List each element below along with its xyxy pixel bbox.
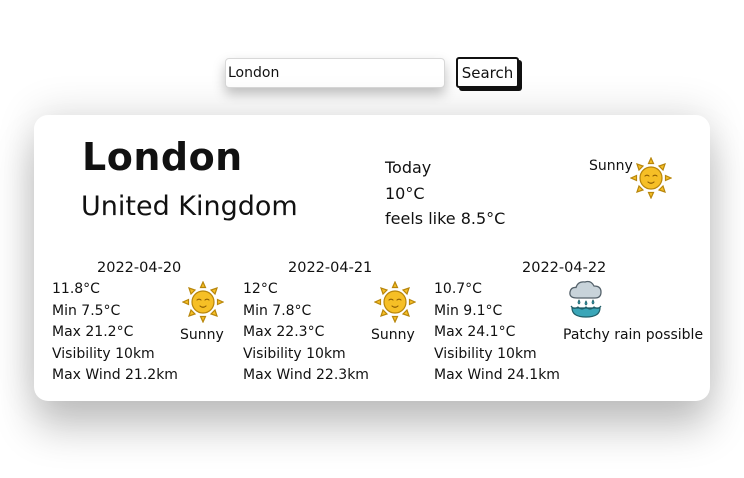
- current-condition: Sunny: [589, 158, 633, 174]
- forecast-avg-temp: 11.8°C: [52, 281, 100, 297]
- forecast-date: 2022-04-21: [288, 260, 373, 276]
- forecast-avg-temp: 10.7°C: [434, 281, 482, 297]
- search-button[interactable]: Search: [456, 57, 519, 88]
- forecast-max-temp: Max 21.2°C: [52, 324, 134, 340]
- search-input[interactable]: [225, 58, 445, 88]
- patchy-rain-icon: [565, 277, 607, 327]
- forecast-max-temp: Max 22.3°C: [243, 324, 325, 340]
- forecast-max-temp: Max 24.1°C: [434, 324, 516, 340]
- current-temperature: 10°C: [385, 183, 425, 203]
- forecast-max-wind: Max Wind 24.1km: [434, 367, 560, 383]
- sunny-icon: [373, 280, 417, 331]
- current-weather: Today 10°C feels like 8.5°C: [385, 155, 505, 232]
- forecast-condition: Sunny: [180, 327, 224, 343]
- forecast-max-wind: Max Wind 21.2km: [52, 367, 178, 383]
- today-label: Today: [385, 158, 432, 177]
- forecast-condition: Sunny: [371, 327, 415, 343]
- sunny-icon: [181, 280, 225, 331]
- forecast-min-temp: Min 9.1°C: [434, 302, 503, 319]
- city-name: London: [82, 135, 243, 179]
- forecast-date: 2022-04-20: [97, 260, 182, 276]
- forecast-visibility: Visibility 10km: [243, 345, 346, 362]
- sunny-icon: [629, 156, 673, 203]
- forecast-condition: Patchy rain possible: [563, 327, 704, 343]
- forecast-max-wind: Max Wind 22.3km: [243, 367, 369, 383]
- forecast-min-temp: Min 7.8°C: [243, 302, 312, 319]
- weather-card: London United Kingdom Today 10°C feels l…: [34, 115, 710, 401]
- forecast-visibility: Visibility 10km: [434, 345, 537, 362]
- feels-like: feels like 8.5°C: [385, 209, 506, 228]
- forecast-visibility: Visibility 10km: [52, 345, 155, 362]
- forecast-min-temp: Min 7.5°C: [52, 302, 121, 319]
- forecast-avg-temp: 12°C: [243, 281, 278, 297]
- country-name: United Kingdom: [81, 191, 298, 222]
